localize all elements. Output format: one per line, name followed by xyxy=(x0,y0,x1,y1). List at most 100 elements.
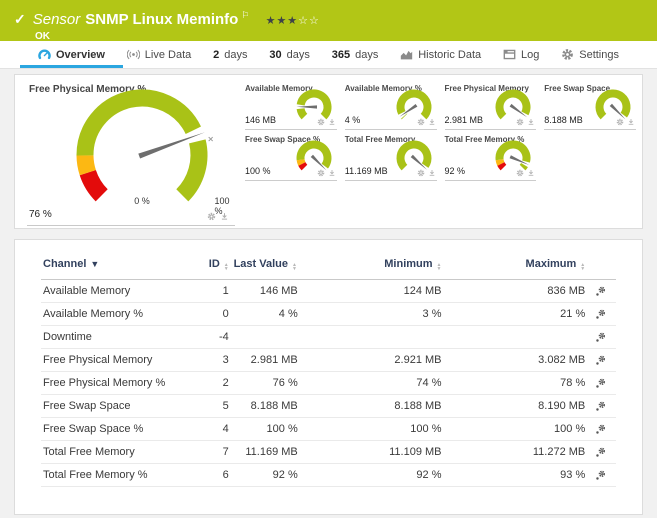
divider xyxy=(27,225,235,226)
mini-gauge-actions xyxy=(317,169,336,177)
mini-gauge-value: 2.981 MB xyxy=(444,115,484,125)
gear-icon xyxy=(561,48,574,61)
tab-log[interactable]: Log xyxy=(501,41,541,68)
column-header-channel[interactable]: Channel ▼ xyxy=(41,256,185,280)
tab-bar: Overview Live Data 2 days 30 days 365 da… xyxy=(0,41,657,69)
download-icon[interactable] xyxy=(328,118,336,126)
channel-settings-icon[interactable] xyxy=(595,401,606,412)
channel-minimum: 74 % xyxy=(299,371,444,395)
gear-icon[interactable] xyxy=(417,118,425,126)
channel-id: 0 xyxy=(184,302,231,326)
channel-settings-icon[interactable] xyxy=(595,286,606,297)
mini-gauge-panel: Total Free Memory 11.169 MB xyxy=(344,132,437,181)
main-gauge-chart xyxy=(57,75,227,215)
stars-filled[interactable]: ★★★ xyxy=(266,15,299,27)
mini-gauge-actions xyxy=(516,169,535,177)
gear-icon[interactable] xyxy=(417,169,425,177)
channel-minimum xyxy=(299,325,444,349)
mini-gauge-value: 92 % xyxy=(444,166,466,176)
broadcast-icon xyxy=(127,48,140,61)
channel-id: -4 xyxy=(184,325,231,349)
table-row: Downtime -4 xyxy=(41,325,616,349)
channel-settings-icon[interactable] xyxy=(595,355,606,366)
channel-name[interactable]: Free Physical Memory xyxy=(41,348,185,372)
channels-card: Channel ▼ ID ▲ ▼ Last Value ▲ ▼ Minimum ▲ ▼ Max… xyxy=(14,239,643,515)
channel-settings-icon[interactable] xyxy=(595,424,606,435)
channel-minimum: 92 % xyxy=(299,463,444,487)
status-ok-check-icon: ✓ xyxy=(14,11,26,27)
channel-name[interactable]: Total Free Memory % xyxy=(41,463,185,487)
sensor-name: SNMP Linux Meminfo xyxy=(85,11,239,28)
gauge-chart xyxy=(76,89,214,202)
channel-settings-icon[interactable] xyxy=(595,332,606,343)
tab-settings[interactable]: Settings xyxy=(559,41,621,68)
column-header-last-value[interactable]: Last Value ▲ ▼ xyxy=(231,256,300,280)
mini-gauge-panel: Free Swap Space 8.188 MB xyxy=(544,81,636,130)
download-icon[interactable] xyxy=(328,169,336,177)
channel-name[interactable]: Available Memory xyxy=(41,279,185,303)
table-row: Free Physical Memory % 2 76 % 74 % 78 % xyxy=(41,371,616,395)
channel-name[interactable]: Downtime xyxy=(41,325,185,349)
channel-settings-icon[interactable] xyxy=(595,447,606,458)
channel-name[interactable]: Available Memory % xyxy=(41,302,185,326)
stars-empty[interactable]: ☆☆ xyxy=(298,15,320,27)
divider xyxy=(444,129,537,130)
gauges-card: Free Physical Memory % 0 % 100 % 76 % Av… xyxy=(14,74,643,229)
channel-last-value: 8.188 MB xyxy=(230,394,300,418)
gear-icon[interactable] xyxy=(317,118,325,126)
divider xyxy=(544,129,636,130)
channel-name[interactable]: Free Physical Memory % xyxy=(41,371,185,395)
download-icon[interactable] xyxy=(428,118,436,126)
column-header-minimum[interactable]: Minimum ▲ ▼ xyxy=(300,256,444,280)
gear-icon[interactable] xyxy=(616,118,624,126)
channel-name[interactable]: Total Free Memory xyxy=(41,440,185,464)
channel-maximum xyxy=(443,325,588,349)
column-header-maximum[interactable]: Maximum ▲ ▼ xyxy=(444,256,588,280)
channel-id: 4 xyxy=(184,417,231,441)
table-row: Free Swap Space % 4 100 % 100 % 100 % xyxy=(41,417,616,441)
channels-table: Channel ▼ ID ▲ ▼ Last Value ▲ ▼ Minimum ▲ ▼ Max… xyxy=(41,256,616,487)
tab-label: Historic Data xyxy=(418,48,482,61)
tab-365-days[interactable]: 365 days xyxy=(330,41,381,68)
gear-icon[interactable] xyxy=(516,169,524,177)
mini-gauge-actions xyxy=(317,118,336,126)
channel-id: 1 xyxy=(184,279,231,303)
tab-label: days xyxy=(224,48,248,61)
channel-settings-icon[interactable] xyxy=(595,378,606,389)
gear-icon[interactable] xyxy=(317,169,325,177)
channel-maximum: 8.190 MB xyxy=(443,394,588,418)
channel-settings-icon[interactable] xyxy=(595,470,606,481)
tab-2-days[interactable]: 2 days xyxy=(211,41,249,68)
channel-settings-icon[interactable] xyxy=(595,309,606,320)
channel-last-value: 100 % xyxy=(230,417,300,441)
table-row: Free Swap Space 5 8.188 MB 8.188 MB 8.190 MB xyxy=(41,394,616,418)
sort-icon: ▲ ▼ xyxy=(436,262,442,272)
channel-name[interactable]: Free Swap Space % xyxy=(41,417,185,441)
sort-icon: ▲ ▼ xyxy=(291,262,297,272)
download-icon[interactable] xyxy=(428,169,436,177)
channel-maximum: 21 % xyxy=(443,302,588,326)
channel-name[interactable]: Free Swap Space xyxy=(41,394,185,418)
channel-minimum: 11.109 MB xyxy=(299,440,444,464)
gear-icon[interactable] xyxy=(207,212,216,221)
tab-live-data[interactable]: Live Data xyxy=(125,41,193,68)
column-header-id[interactable]: ID ▲ ▼ xyxy=(185,256,231,280)
download-icon[interactable] xyxy=(627,118,635,126)
download-icon[interactable] xyxy=(527,118,535,126)
channel-last-value: 11.169 MB xyxy=(230,440,300,464)
channel-minimum: 3 % xyxy=(299,302,444,326)
mini-gauge-actions xyxy=(417,169,436,177)
gear-icon[interactable] xyxy=(516,118,524,126)
tab-overview[interactable]: Overview xyxy=(20,41,123,68)
priority-stars[interactable]: ★★★☆☆ xyxy=(266,15,320,27)
tab-label: Live Data xyxy=(144,48,192,61)
download-icon[interactable] xyxy=(527,169,535,177)
mini-gauge-panel: Available Memory 146 MB xyxy=(245,81,337,130)
tab-historic-data[interactable]: Historic Data xyxy=(398,41,483,68)
tab-label: days xyxy=(355,48,379,61)
priority-flag-icon[interactable]: ⚐ xyxy=(241,10,249,20)
tab-30-days[interactable]: 30 days xyxy=(267,41,312,68)
column-header-actions xyxy=(587,256,616,280)
tab-number: 365 xyxy=(331,48,351,61)
download-icon[interactable] xyxy=(220,212,229,221)
